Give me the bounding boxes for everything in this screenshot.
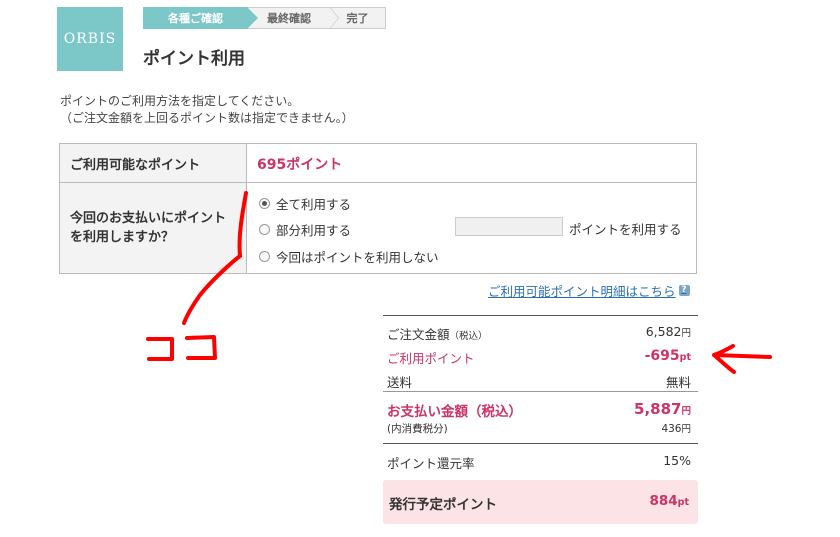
annotation-ko-glyph-2 xyxy=(185,335,217,360)
arrow-left-icon xyxy=(712,344,772,374)
red-annotation xyxy=(146,191,772,374)
annotation-stroke-line xyxy=(182,191,248,325)
annotation-ko-glyph-1 xyxy=(146,337,174,361)
